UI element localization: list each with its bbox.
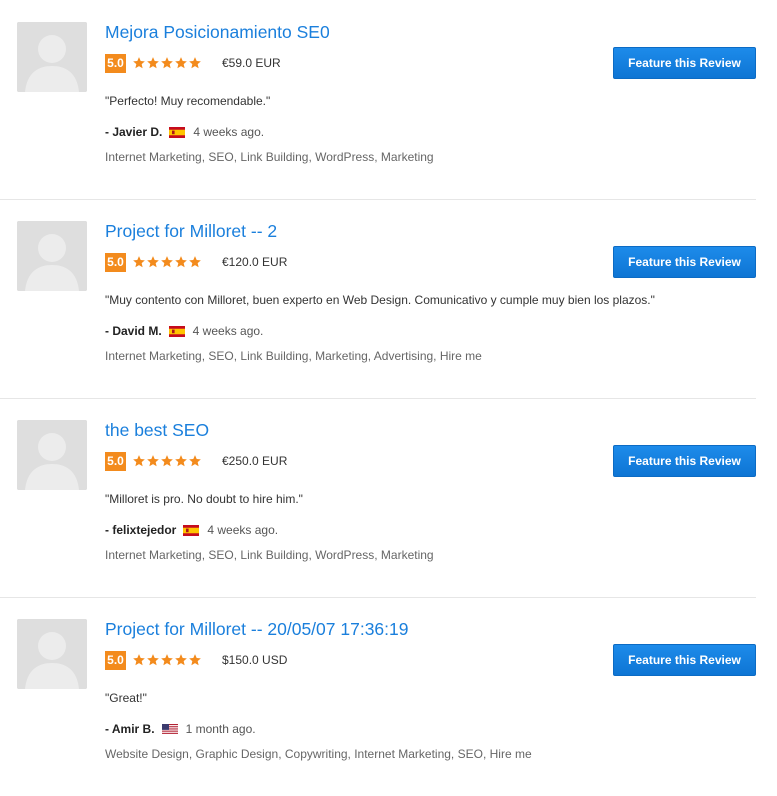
star-icon [147, 455, 159, 467]
user-silhouette-icon [17, 420, 87, 490]
score-badge: 5.0 [105, 650, 126, 670]
score-badge: 5.0 [105, 252, 126, 272]
star-icon [175, 455, 187, 467]
star-icon [175, 654, 187, 666]
spain-flag-icon [169, 126, 186, 138]
price: €120.0 EUR [222, 255, 288, 269]
star-icon [133, 256, 145, 268]
user-silhouette-icon [17, 221, 87, 291]
star-icon [161, 455, 173, 467]
score-badge: 5.0 [105, 451, 126, 471]
review-time: 4 weeks ago. [207, 523, 279, 537]
user-silhouette-icon [17, 22, 87, 92]
review-list: Mejora Posicionamiento SE0 5.0 €59.0 EUR… [0, 0, 777, 792]
review-card: Project for Milloret -- 2 5.0 €120.0 EUR… [0, 199, 756, 399]
review-title-link[interactable]: Project for Milloret -- 20/05/07 17:36:1… [105, 619, 409, 640]
review-tags: Website Design, Graphic Design, Copywrit… [105, 747, 532, 761]
review-time: 4 weeks ago. [193, 125, 265, 139]
review-quote: "Muy contento con Milloret, buen experto… [105, 293, 655, 307]
star-icon [175, 57, 187, 69]
star-rating [132, 56, 202, 70]
spain-flag-icon [183, 524, 200, 536]
star-icon [161, 654, 173, 666]
reviewer-name[interactable]: - felixtejedor [105, 523, 176, 537]
reviewer-name[interactable]: - Amir B. [105, 722, 155, 736]
review-card: the best SEO 5.0 €250.0 EUR Feature this… [0, 398, 756, 598]
review-card: Mejora Posicionamiento SE0 5.0 €59.0 EUR… [0, 0, 756, 200]
price: $150.0 USD [222, 653, 288, 667]
star-icon [147, 256, 159, 268]
star-icon [189, 256, 201, 268]
review-tags: Internet Marketing, SEO, Link Building, … [105, 150, 434, 164]
reviewer-row: - David M. 4 weeks ago. [105, 323, 263, 339]
star-icon [189, 455, 201, 467]
avatar [17, 619, 87, 689]
review-time: 4 weeks ago. [192, 324, 264, 338]
star-icon [147, 57, 159, 69]
feature-review-button[interactable]: Feature this Review [613, 47, 756, 79]
review-title-link[interactable]: Project for Milloret -- 2 [105, 221, 277, 242]
star-icon [175, 256, 187, 268]
review-tags: Internet Marketing, SEO, Link Building, … [105, 349, 482, 363]
review-tags: Internet Marketing, SEO, Link Building, … [105, 548, 434, 562]
score-badge: 5.0 [105, 53, 126, 73]
review-title-link[interactable]: the best SEO [105, 420, 209, 441]
avatar [17, 221, 87, 291]
star-icon [133, 654, 145, 666]
star-icon [161, 57, 173, 69]
reviewer-name[interactable]: - David M. [105, 324, 162, 338]
star-icon [133, 455, 145, 467]
star-icon [133, 57, 145, 69]
reviewer-row: - Amir B. 1 month ago. [105, 721, 256, 737]
rating-row: 5.0 $150.0 USD [105, 650, 287, 670]
review-card: Project for Milloret -- 20/05/07 17:36:1… [0, 597, 756, 796]
feature-review-button[interactable]: Feature this Review [613, 445, 756, 477]
star-icon [189, 57, 201, 69]
feature-review-button[interactable]: Feature this Review [613, 246, 756, 278]
feature-review-button[interactable]: Feature this Review [613, 644, 756, 676]
star-icon [161, 256, 173, 268]
reviewer-row: - Javier D. 4 weeks ago. [105, 124, 264, 140]
star-rating [132, 454, 202, 468]
price: €250.0 EUR [222, 454, 288, 468]
review-quote: "Milloret is pro. No doubt to hire him." [105, 492, 303, 506]
user-silhouette-icon [17, 619, 87, 689]
star-icon [147, 654, 159, 666]
review-quote: "Great!" [105, 691, 147, 705]
rating-row: 5.0 €250.0 EUR [105, 451, 287, 471]
star-icon [189, 654, 201, 666]
spain-flag-icon [168, 325, 185, 337]
price: €59.0 EUR [222, 56, 281, 70]
star-rating [132, 653, 202, 667]
rating-row: 5.0 €120.0 EUR [105, 252, 287, 272]
avatar [17, 22, 87, 92]
review-title-link[interactable]: Mejora Posicionamiento SE0 [105, 22, 330, 43]
avatar [17, 420, 87, 490]
review-quote: "Perfecto! Muy recomendable." [105, 94, 271, 108]
us-flag-icon [161, 723, 178, 735]
reviewer-name[interactable]: - Javier D. [105, 125, 162, 139]
review-time: 1 month ago. [185, 722, 256, 736]
rating-row: 5.0 €59.0 EUR [105, 53, 281, 73]
star-rating [132, 255, 202, 269]
reviewer-row: - felixtejedor 4 weeks ago. [105, 522, 278, 538]
